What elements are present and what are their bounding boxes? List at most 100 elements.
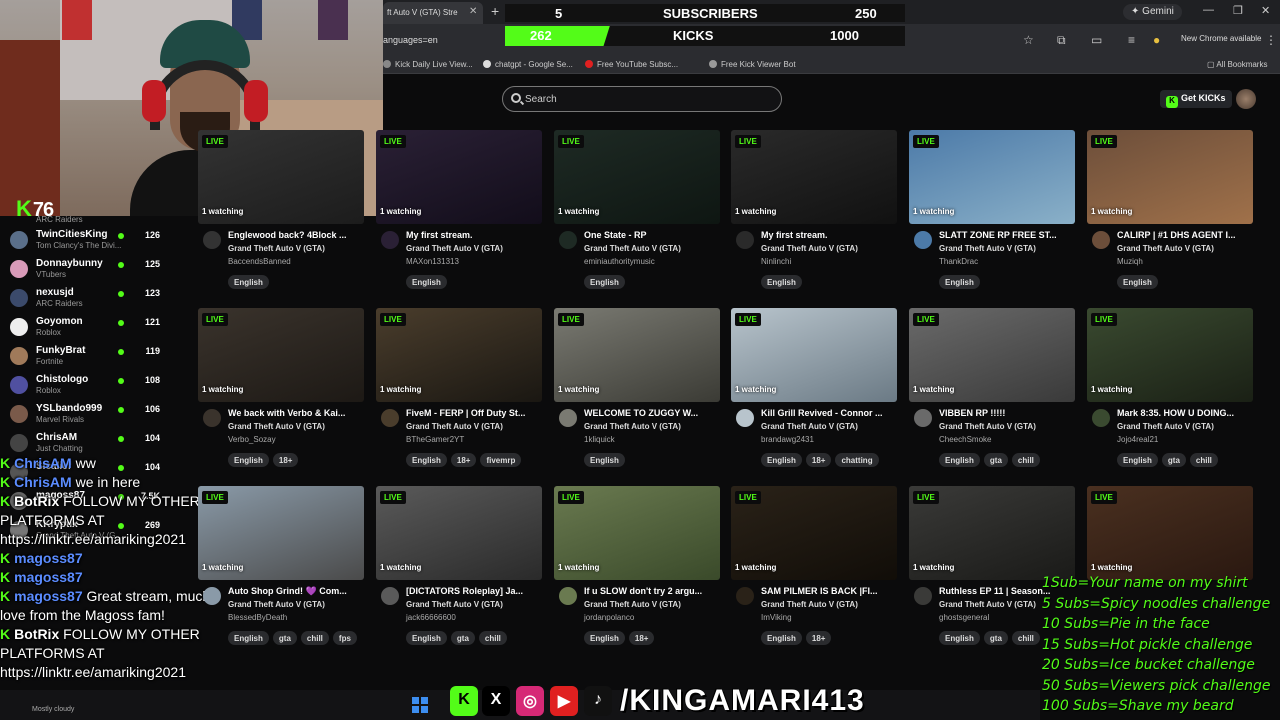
stream-tag[interactable]: English — [761, 453, 802, 467]
browser-tab[interactable]: ft Auto V (GTA) Stre ✕ — [383, 2, 483, 24]
stream-tag[interactable]: English — [584, 453, 625, 467]
stream-tag[interactable]: English — [228, 631, 269, 645]
sidebar-item[interactable]: TwinCitiesKing Tom Clancy's The Divi... 12… — [10, 229, 190, 257]
stream-title[interactable]: VIBBEN RP !!!!! — [939, 408, 1075, 418]
stream-tag[interactable]: English — [939, 631, 980, 645]
stream-tag[interactable]: chill — [1011, 453, 1040, 467]
channel-name[interactable]: BaccendsBanned — [228, 257, 291, 266]
stream-tag[interactable]: English — [1117, 275, 1158, 289]
stream-thumbnail[interactable]: LIVE 1 watching — [554, 130, 720, 224]
stream-tag[interactable]: English — [406, 631, 447, 645]
close-window-icon[interactable]: ✕ — [1261, 4, 1270, 17]
stream-title[interactable]: Englewood back? 4Block ... — [228, 230, 364, 240]
channel-avatar[interactable] — [381, 231, 399, 249]
new-chrome-button[interactable]: New Chrome available — [1181, 34, 1261, 43]
channel-name[interactable]: MAXon131313 — [406, 257, 459, 266]
stream-card[interactable]: LIVE 1 watching Kill Grill Revived - Conno… — [731, 308, 899, 478]
stream-tag[interactable]: 18+ — [805, 453, 832, 467]
maximize-icon[interactable]: ❐ — [1233, 4, 1243, 17]
channel-avatar[interactable] — [203, 231, 221, 249]
stream-tag[interactable]: English — [406, 275, 447, 289]
stream-thumbnail[interactable]: LIVE 1 watching — [198, 308, 364, 402]
stream-title[interactable]: Mark 8:35. HOW U DOING... — [1117, 408, 1253, 418]
channel-name[interactable]: eminiauthoritymusic — [584, 257, 655, 266]
channel-avatar[interactable] — [914, 587, 932, 605]
stream-category[interactable]: Grand Theft Auto V (GTA) — [584, 422, 681, 431]
stream-tag[interactable]: chill — [300, 631, 329, 645]
media-icon[interactable]: ▭ — [1091, 33, 1102, 47]
stream-tag[interactable]: English — [761, 275, 802, 289]
channel-avatar[interactable] — [914, 231, 932, 249]
stream-card[interactable]: LIVE 1 watching WELCOME TO ZUGGY W... Grand… — [554, 308, 722, 478]
stream-thumbnail[interactable]: LIVE 1 watching — [909, 130, 1075, 224]
stream-tag[interactable]: English — [584, 631, 625, 645]
stream-thumbnail[interactable]: LIVE 1 watching — [554, 486, 720, 580]
close-tab-icon[interactable]: ✕ — [469, 6, 477, 17]
stream-card[interactable]: LIVE 1 watching We back with Verbo & Kai..… — [198, 308, 366, 478]
stream-thumbnail[interactable]: LIVE 1 watching — [1087, 486, 1253, 580]
stream-card[interactable]: LIVE 1 watching If u SLOW don't try 2 argu… — [554, 486, 722, 656]
stream-tag[interactable]: chill — [1011, 631, 1040, 645]
stream-thumbnail[interactable]: LIVE 1 watching — [376, 130, 542, 224]
stream-tag[interactable]: 18+ — [805, 631, 832, 645]
channel-avatar[interactable] — [381, 409, 399, 427]
stream-thumbnail[interactable]: LIVE 1 watching — [554, 308, 720, 402]
channel-avatar[interactable] — [1092, 409, 1110, 427]
stream-category[interactable]: Grand Theft Auto V (GTA) — [406, 244, 503, 253]
stream-title[interactable]: My first stream. — [406, 230, 542, 240]
stream-tag[interactable]: English — [228, 453, 269, 467]
stream-title[interactable]: We back with Verbo & Kai... — [228, 408, 364, 418]
stream-thumbnail[interactable]: LIVE 1 watching — [376, 486, 542, 580]
channel-name[interactable]: Muziqh — [1117, 257, 1143, 266]
minimize-icon[interactable]: — — [1203, 4, 1214, 16]
channel-name[interactable]: ghostsgeneral — [939, 613, 989, 622]
stream-card[interactable]: LIVE 1 watching Englewood back? 4Block ...… — [198, 130, 366, 300]
stream-tag[interactable]: English — [939, 453, 980, 467]
sidebar-item[interactable]: YSLbando999 Marvel Rivals 106 — [10, 403, 190, 431]
stream-category[interactable]: Grand Theft Auto V (GTA) — [761, 244, 858, 253]
stream-card[interactable]: LIVE 1 watching VIBBEN RP !!!!! Grand Theft… — [909, 308, 1077, 478]
stream-title[interactable]: SLATT ZONE RP FREE ST... — [939, 230, 1075, 240]
channel-avatar[interactable] — [1092, 231, 1110, 249]
stream-tag[interactable]: English — [1117, 453, 1158, 467]
stream-title[interactable]: SAM PILMER IS BACK |FI... — [761, 586, 897, 596]
channel-avatar[interactable] — [736, 231, 754, 249]
stream-title[interactable]: WELCOME TO ZUGGY W... — [584, 408, 720, 418]
stream-category[interactable]: Grand Theft Auto V (GTA) — [1117, 422, 1214, 431]
bookmark-kick-viewer[interactable]: Free Kick Viewer Bot — [709, 60, 796, 69]
channel-name[interactable]: brandawg2431 — [761, 435, 814, 444]
stream-title[interactable]: [DICTATORS Roleplay] Ja... — [406, 586, 542, 596]
stream-tag[interactable]: English — [406, 453, 447, 467]
star-icon[interactable]: ☆ — [1023, 33, 1034, 47]
channel-avatar[interactable] — [736, 587, 754, 605]
stream-tag[interactable]: 18+ — [628, 631, 655, 645]
stream-thumbnail[interactable]: LIVE 1 watching — [731, 308, 897, 402]
stream-category[interactable]: Grand Theft Auto V (GTA) — [406, 422, 503, 431]
channel-avatar[interactable] — [203, 587, 221, 605]
stream-card[interactable]: LIVE 1 watching My first stream. Grand Thef… — [376, 130, 544, 300]
stream-category[interactable]: Grand Theft Auto V (GTA) — [406, 600, 503, 609]
stream-title[interactable]: Kill Grill Revived - Connor ... — [761, 408, 897, 418]
channel-avatar[interactable] — [381, 587, 399, 605]
extensions-icon[interactable]: ⧉ — [1057, 33, 1066, 48]
channel-name[interactable]: Verbo_Sozay — [228, 435, 276, 444]
channel-name[interactable]: BTheGamer2YT — [406, 435, 464, 444]
stream-card[interactable]: LIVE 1 watching My first stream. Grand Thef… — [731, 130, 899, 300]
stream-thumbnail[interactable]: LIVE 1 watching — [731, 130, 897, 224]
stream-tag[interactable]: chill — [478, 631, 507, 645]
url-text[interactable]: anguages=en — [383, 35, 438, 45]
stream-card[interactable]: LIVE 1 watching SLATT ZONE RP FREE ST... Gr… — [909, 130, 1077, 300]
all-bookmarks[interactable]: ▢ All Bookmarks — [1207, 60, 1267, 69]
new-tab-icon[interactable]: + — [491, 3, 499, 19]
stream-tag[interactable]: chill — [1189, 453, 1218, 467]
stream-tag[interactable]: English — [228, 275, 269, 289]
channel-avatar[interactable] — [559, 409, 577, 427]
channel-name[interactable]: BlessedByDeath — [228, 613, 287, 622]
stream-category[interactable]: Grand Theft Auto V (GTA) — [761, 600, 858, 609]
stream-tag[interactable]: 18+ — [450, 453, 477, 467]
bookmark-youtube[interactable]: Free YouTube Subsc... — [585, 60, 678, 69]
sidebar-item[interactable]: Donnaybunny VTubers 125 — [10, 258, 190, 286]
menu-icon[interactable]: ⋮ — [1265, 33, 1277, 47]
channel-avatar[interactable] — [914, 409, 932, 427]
channel-name[interactable]: ThankDrac — [939, 257, 978, 266]
